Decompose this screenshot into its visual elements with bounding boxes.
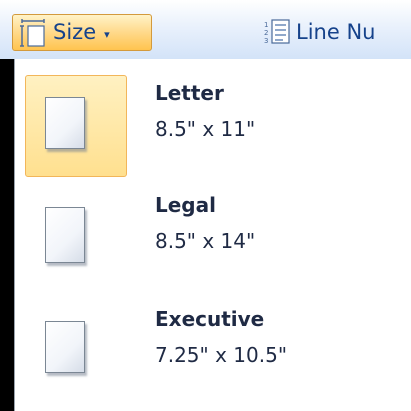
line-numbers-button[interactable]: 1 2 3 Line Nu <box>264 16 375 48</box>
line-numbers-icon: 1 2 3 <box>264 19 290 45</box>
menu-item-legal-dimensions: 8.5" x 14" <box>155 229 256 253</box>
size-button[interactable]: Size ▾ <box>12 14 152 51</box>
menu-item-executive-name: Executive <box>155 307 265 331</box>
menu-item-letter-name: Letter <box>155 81 224 105</box>
line-numbers-label: Line Nu <box>296 20 376 44</box>
svg-text:3: 3 <box>264 37 268 45</box>
svg-text:2: 2 <box>264 29 268 37</box>
ribbon: Size ▾ 1 2 3 Line Nu <box>0 0 411 59</box>
svg-text:1: 1 <box>264 21 268 29</box>
menu-item-letter-dimensions: 8.5" x 11" <box>155 117 256 141</box>
size-dropdown-menu: Letter 8.5" x 11" Legal 8.5" x 14" Execu… <box>14 59 411 411</box>
legal-page-icon <box>45 207 85 263</box>
letter-page-icon <box>45 97 85 149</box>
chevron-down-icon: ▾ <box>104 27 110 41</box>
menu-item-legal-name: Legal <box>155 193 216 217</box>
size-button-label: Size <box>53 20 97 44</box>
executive-page-icon <box>45 321 85 373</box>
page-size-icon <box>20 18 45 47</box>
menu-item-executive-dimensions: 7.25" x 10.5" <box>155 343 288 367</box>
